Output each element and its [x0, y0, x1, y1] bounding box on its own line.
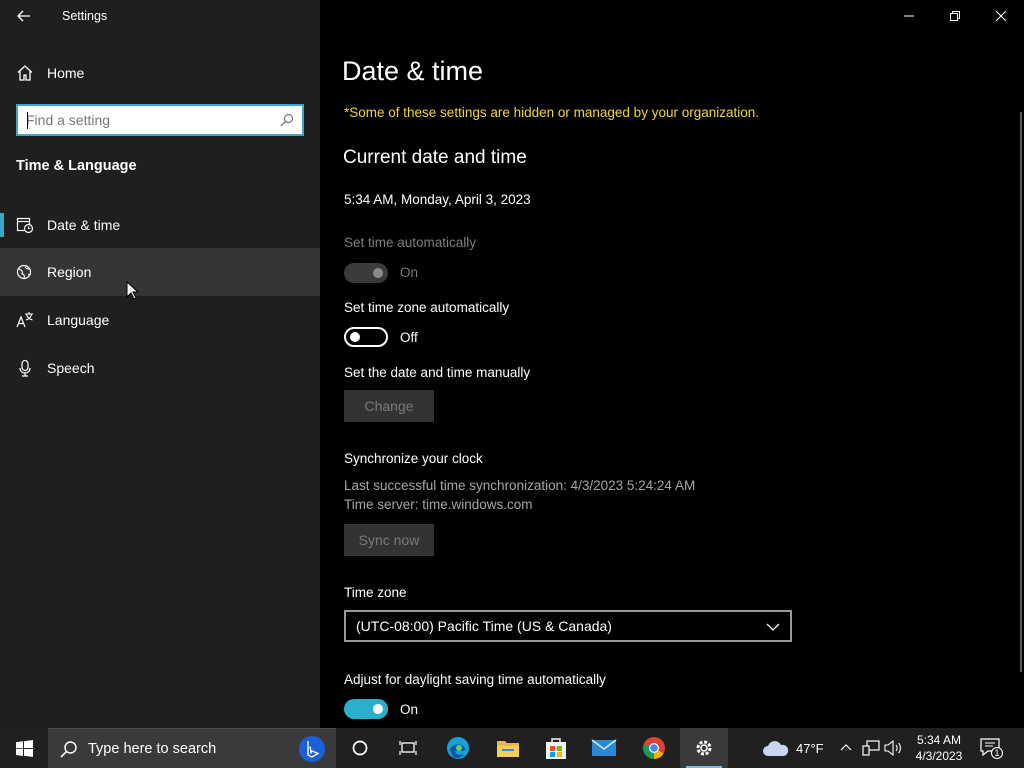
- page-title: Date & time: [342, 56, 484, 86]
- back-arrow-icon: [17, 10, 30, 22]
- close-button[interactable]: [978, 0, 1024, 32]
- search-icon: [60, 741, 77, 758]
- time-zone-label: Time zone: [344, 585, 407, 600]
- weather-temperature[interactable]: 47°F: [796, 741, 824, 756]
- titlebar-left: Settings: [0, 0, 320, 32]
- sidebar-item-label: Language: [47, 312, 110, 328]
- sidebar-item-speech[interactable]: Speech: [0, 344, 320, 392]
- set-tz-auto-label: Set time zone automatically: [344, 300, 510, 315]
- change-button[interactable]: Change: [344, 390, 434, 422]
- sidebar-item-label: Date & time: [47, 217, 121, 233]
- notification-badge: 1: [991, 747, 1003, 759]
- language-icon: [16, 312, 33, 328]
- settings-taskbar-icon[interactable]: [680, 728, 728, 768]
- chevron-up-icon[interactable]: [840, 742, 852, 754]
- set-time-auto-state: On: [400, 265, 419, 280]
- sidebar-item-region[interactable]: Region: [0, 248, 320, 296]
- window-controls: [886, 0, 1024, 32]
- chrome-taskbar-icon[interactable]: [630, 728, 678, 768]
- microphone-icon: [19, 359, 31, 377]
- cortana-circle-icon: [352, 740, 368, 756]
- set-time-auto-label: Set time automatically: [344, 235, 477, 250]
- taskbar-search-placeholder: Type here to search: [88, 741, 217, 757]
- section-title: Time & Language: [16, 158, 137, 174]
- text-caret: [27, 112, 28, 129]
- restore-button[interactable]: [932, 0, 978, 32]
- current-date-time-header: Current date and time: [343, 147, 527, 168]
- chevron-down-icon: [766, 623, 780, 631]
- file-explorer-taskbar-icon[interactable]: [484, 728, 532, 768]
- toggle-knob: [350, 332, 360, 342]
- date-time-page: Date & time *Some of these settings are …: [320, 0, 1024, 728]
- time-zone-value: (UTC-08:00) Pacific Time (US & Canada): [356, 618, 612, 634]
- restore-icon: [950, 11, 960, 21]
- scrollbar[interactable]: [1020, 112, 1022, 672]
- sidebar-item-label: Region: [47, 264, 92, 280]
- selection-indicator: [0, 213, 4, 237]
- dst-state: On: [400, 702, 419, 717]
- last-sync-text: Last successful time synchronization: 4/…: [344, 478, 696, 493]
- set-tz-auto-toggle[interactable]: [344, 327, 388, 347]
- volume-icon[interactable]: [884, 740, 902, 756]
- task-view-button[interactable]: [384, 728, 432, 768]
- windows-logo-icon: [15, 739, 33, 757]
- edge-icon: [447, 737, 469, 759]
- setting-search-box[interactable]: [16, 104, 304, 136]
- sidebar-item-label: Speech: [47, 360, 95, 376]
- taskbar-search-box[interactable]: Type here to search: [48, 728, 336, 768]
- chrome-icon: [643, 737, 665, 759]
- sync-clock-header: Synchronize your clock: [344, 451, 483, 466]
- set-time-auto-toggle[interactable]: [344, 263, 388, 283]
- close-icon: [995, 10, 1007, 22]
- gear-icon: [696, 740, 712, 756]
- settings-sidebar: Settings Home Time & Language Date & tim…: [0, 0, 320, 728]
- app-title: Settings: [62, 9, 108, 23]
- sync-now-button[interactable]: Sync now: [344, 524, 434, 556]
- toggle-knob: [373, 704, 383, 714]
- clock-date: 4/3/2023: [915, 749, 963, 763]
- start-button[interactable]: [0, 728, 48, 768]
- mail-icon: [591, 739, 617, 756]
- edge-taskbar-icon[interactable]: [434, 728, 482, 768]
- sidebar-item-date-time[interactable]: Date & time: [0, 201, 320, 249]
- store-taskbar-icon[interactable]: [532, 728, 580, 768]
- dst-toggle[interactable]: [344, 699, 388, 719]
- taskbar-clock[interactable]: 5:34 AM 4/3/2023: [906, 732, 972, 764]
- cloud-weather-icon[interactable]: [762, 738, 790, 758]
- back-button[interactable]: [10, 4, 38, 28]
- home-icon: [17, 65, 33, 81]
- minimize-icon: [904, 15, 914, 17]
- search-icon[interactable]: [280, 113, 294, 127]
- sidebar-item-language[interactable]: Language: [0, 296, 320, 344]
- taskbar: Type here to search 47°F 5:34 AM 4/3/202…: [0, 728, 1024, 768]
- time-zone-dropdown[interactable]: (UTC-08:00) Pacific Time (US & Canada): [344, 610, 792, 642]
- mail-taskbar-icon[interactable]: [580, 728, 628, 768]
- home-label: Home: [47, 65, 85, 81]
- set-tz-auto-state: Off: [400, 330, 418, 345]
- action-center-button[interactable]: 1: [980, 738, 1004, 760]
- bing-icon[interactable]: [298, 735, 326, 763]
- setting-search-input[interactable]: [26, 111, 276, 129]
- store-icon: [546, 738, 566, 759]
- dst-label: Adjust for daylight saving time automati…: [344, 672, 606, 687]
- clock-calendar-icon: [16, 217, 34, 234]
- network-icon[interactable]: [862, 740, 880, 756]
- time-server-text: Time server: time.windows.com: [344, 497, 533, 512]
- org-managed-notice: *Some of these settings are hidden or ma…: [344, 105, 760, 120]
- manual-datetime-label: Set the date and time manually: [344, 365, 531, 380]
- folder-icon: [497, 741, 519, 757]
- toggle-knob: [373, 268, 383, 278]
- sidebar-home[interactable]: Home: [0, 56, 320, 90]
- cortana-button[interactable]: [336, 728, 384, 768]
- mouse-pointer-icon: [126, 281, 140, 300]
- globe-icon: [16, 264, 32, 280]
- minimize-button[interactable]: [886, 0, 932, 32]
- current-datetime-value: 5:34 AM, Monday, April 3, 2023: [344, 192, 531, 207]
- task-view-icon: [399, 741, 417, 755]
- clock-time: 5:34 AM: [916, 733, 962, 747]
